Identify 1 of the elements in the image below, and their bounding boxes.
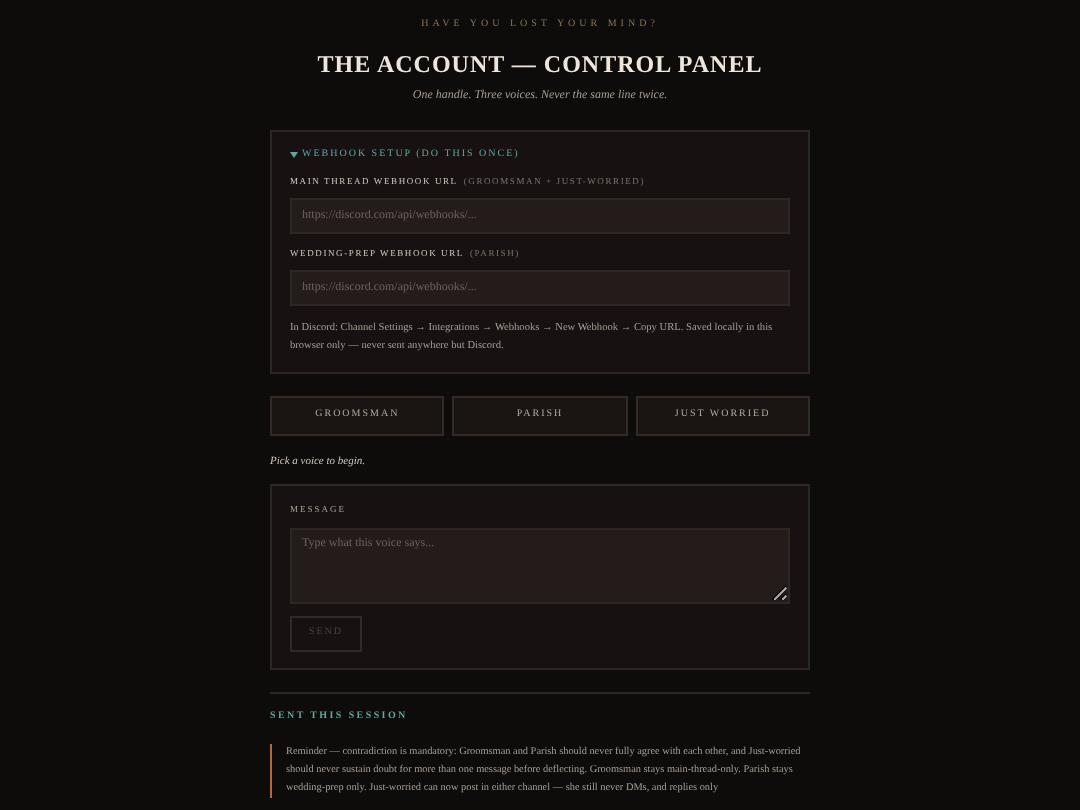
page-title: THE ACCOUNT — CONTROL PANEL	[315, 47, 765, 81]
